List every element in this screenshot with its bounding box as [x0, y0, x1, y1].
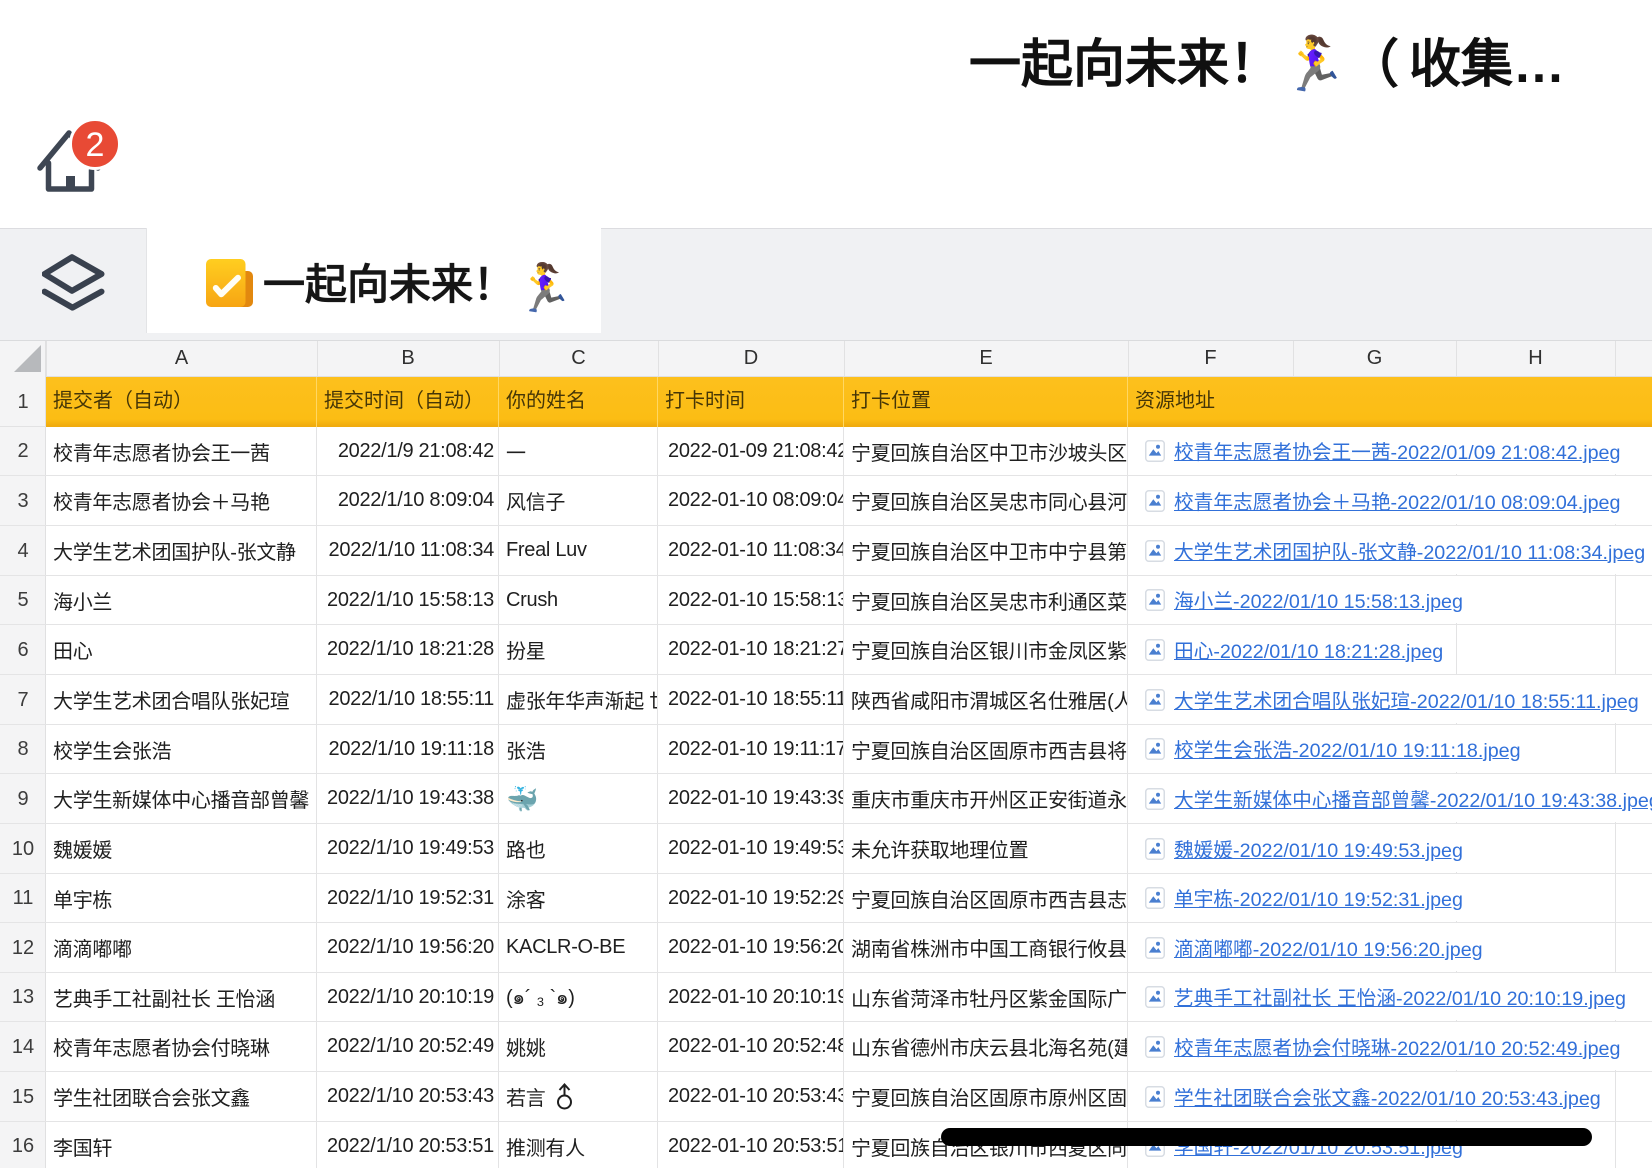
svg-text:2: 2 — [86, 126, 105, 164]
